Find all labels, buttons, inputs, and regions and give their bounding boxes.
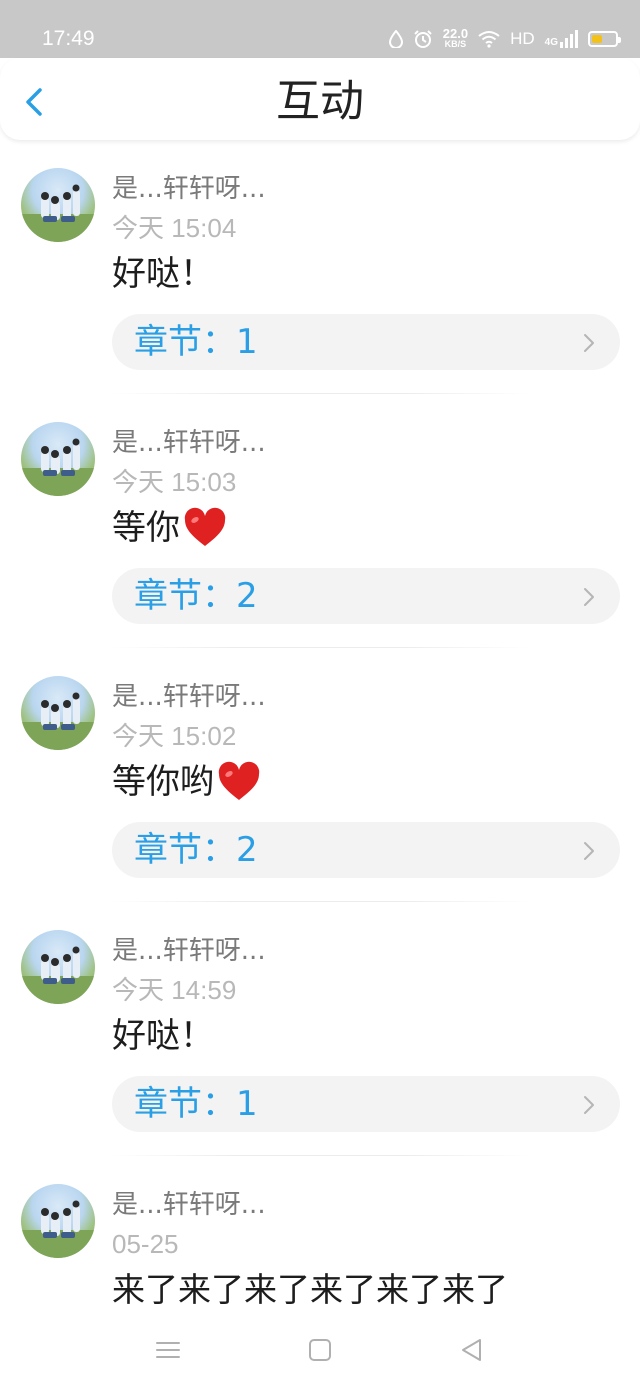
network-speed-value: 22.0	[442, 26, 469, 41]
user-name[interactable]: 是...轩轩呀...	[112, 426, 266, 460]
avatar[interactable]	[21, 422, 95, 496]
battery-icon	[588, 31, 621, 47]
comment-item: 是...轩轩呀... 05-25 来了来了来了来了来了来了	[0, 1156, 640, 1320]
comment-time: 今天 15:03	[112, 467, 237, 497]
comment-text: 好哒！	[112, 254, 214, 294]
wifi-icon	[478, 31, 500, 48]
network-speed: 22.0 KB/S	[442, 26, 469, 50]
network-speed-unit: KB/S	[444, 39, 467, 49]
avatar[interactable]	[21, 168, 95, 242]
chevron-right-icon	[584, 334, 594, 352]
comment-item: 是...轩轩呀... 今天 14:59 好哒！ 章节：1	[0, 902, 640, 1156]
comment-content: 等你	[112, 506, 228, 550]
user-name[interactable]: 是...轩轩呀...	[112, 1188, 266, 1222]
chapter-label: 章节：2	[134, 830, 258, 870]
comment-text: 来了来了来了来了来了来了	[112, 1270, 508, 1309]
comment-time: 今天 15:04	[112, 213, 237, 243]
chevron-right-icon	[584, 588, 594, 606]
comment-content: 来了来了来了来了来了来了	[112, 1268, 508, 1312]
comment-text: 等你	[112, 508, 180, 548]
chapter-link[interactable]: 章节：1	[112, 314, 620, 370]
chevron-right-icon	[584, 1096, 594, 1114]
header: 互动	[0, 58, 640, 140]
user-name[interactable]: 是...轩轩呀...	[112, 680, 266, 714]
status-bar: 17:49 22.0 KB/S HD 4G	[0, 0, 640, 58]
system-nav-bar	[0, 1320, 640, 1387]
heart-icon	[218, 761, 260, 800]
user-name[interactable]: 是...轩轩呀...	[112, 934, 266, 968]
comment-content: 等你哟	[112, 760, 262, 804]
user-name[interactable]: 是...轩轩呀...	[112, 172, 266, 206]
comment-item: 是...轩轩呀... 今天 15:03 等你 章节：2	[0, 394, 640, 648]
avatar[interactable]	[21, 930, 95, 1004]
water-drop-icon	[388, 30, 403, 48]
chapter-label: 章节：2	[134, 576, 258, 616]
comment-item: 是...轩轩呀... 今天 15:04 好哒！ 章节：1	[0, 140, 640, 394]
chapter-label: 章节：1	[134, 1084, 258, 1124]
back-icon[interactable]	[458, 1336, 486, 1364]
signal-icon: 4G	[545, 30, 578, 48]
avatar[interactable]	[21, 1184, 95, 1258]
comment-time: 05-25	[112, 1229, 179, 1259]
hd-label: HD	[510, 29, 535, 48]
home-icon[interactable]	[306, 1336, 334, 1364]
comment-text: 好哒！	[112, 1016, 214, 1056]
comment-time: 今天 15:02	[112, 721, 237, 751]
avatar[interactable]	[21, 676, 95, 750]
comment-time: 今天 14:59	[112, 975, 237, 1005]
alarm-icon	[414, 30, 432, 48]
menu-icon[interactable]	[154, 1336, 182, 1364]
heart-icon	[184, 507, 226, 546]
chevron-right-icon	[584, 842, 594, 860]
comment-text: 等你哟	[112, 762, 214, 802]
comment-item: 是...轩轩呀... 今天 15:02 等你哟 章节：2	[0, 648, 640, 902]
chapter-link[interactable]: 章节：2	[112, 822, 620, 878]
chapter-link[interactable]: 章节：2	[112, 568, 620, 624]
page-title: 互动	[276, 76, 364, 127]
status-time: 17:49	[42, 27, 95, 50]
comment-content: 好哒！	[112, 252, 214, 296]
comment-content: 好哒！	[112, 1014, 214, 1058]
status-icons: 22.0 KB/S HD 4G	[388, 24, 621, 54]
chapter-label: 章节：1	[134, 322, 258, 362]
network-type: 4G	[544, 37, 558, 48]
chapter-link[interactable]: 章节：1	[112, 1076, 620, 1132]
